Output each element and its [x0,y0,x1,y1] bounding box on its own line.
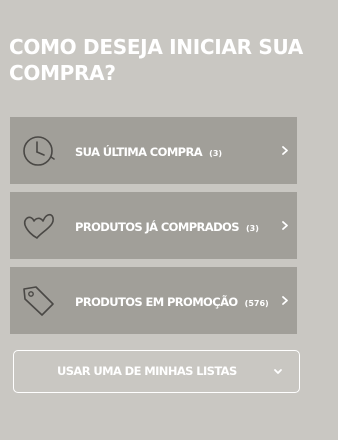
option-count: (3) [245,224,259,233]
chevron-right-icon [281,295,289,306]
option-label: PRODUTOS EM PROMOÇÃO [75,295,238,309]
option-label: SUA ÚLTIMA COMPRA [75,145,203,159]
purchased-products-option[interactable]: PRODUTOS JÁ COMPRADOS (3) [10,192,297,259]
chevron-right-icon [281,145,289,156]
option-text: PRODUTOS EM PROMOÇÃO (576) [75,267,269,334]
my-lists-select[interactable]: USAR UMA DE MINHAS LISTAS [13,350,300,393]
chevron-right-icon [281,220,289,231]
last-purchase-option[interactable]: SUA ÚLTIMA COMPRA (3) [10,117,297,184]
chevron-down-icon [273,368,283,375]
option-text: PRODUTOS JÁ COMPRADOS (3) [75,192,259,259]
heart-icon [22,209,56,243]
page-title: COMO DESEJA INICIAR SUA COMPRA? [9,35,303,85]
option-count: (3) [209,149,223,158]
price-tag-icon [22,284,56,318]
promotion-products-option[interactable]: PRODUTOS EM PROMOÇÃO (576) [10,267,297,334]
my-lists-select-label: USAR UMA DE MINHAS LISTAS [57,364,237,378]
option-count: (576) [244,299,269,308]
option-text: SUA ÚLTIMA COMPRA (3) [75,117,222,184]
clock-icon [22,134,56,168]
option-label: PRODUTOS JÁ COMPRADOS [75,220,239,234]
